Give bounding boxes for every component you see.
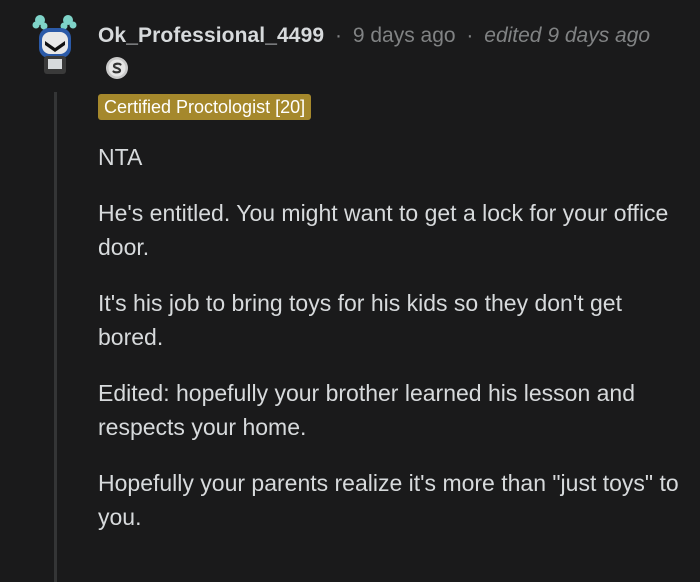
- comment-paragraph: Edited: hopefully your brother learned h…: [98, 380, 636, 440]
- separator-dot: ·: [334, 24, 342, 47]
- avatar-icon: [32, 15, 77, 74]
- user-avatar[interactable]: [30, 12, 80, 76]
- comment-paragraph: NTA: [98, 144, 143, 170]
- user-flair: Certified Proctologist [20]: [98, 94, 312, 120]
- silver-award-icon[interactable]: [105, 56, 129, 80]
- separator-dot: ·: [466, 24, 474, 47]
- comment-paragraph: It's his job to bring toys for his kids …: [98, 290, 622, 350]
- comment-paragraph: He's entitled. You might want to get a l…: [98, 200, 669, 260]
- thread-line[interactable]: [54, 92, 57, 582]
- comment-timestamp[interactable]: 9 days ago: [353, 24, 456, 47]
- comment-body: NTA He's entitled. You might want to get…: [98, 140, 688, 556]
- username-link[interactable]: Ok_Professional_4499: [98, 24, 324, 47]
- comment-paragraph: Hopefully your parents realize it's more…: [98, 470, 679, 530]
- edited-timestamp: edited 9 days ago: [484, 24, 651, 47]
- comment-header: Ok_Professional_4499 · 9 days ago · edit…: [98, 23, 650, 49]
- comment: Ok_Professional_4499 · 9 days ago · edit…: [0, 0, 700, 582]
